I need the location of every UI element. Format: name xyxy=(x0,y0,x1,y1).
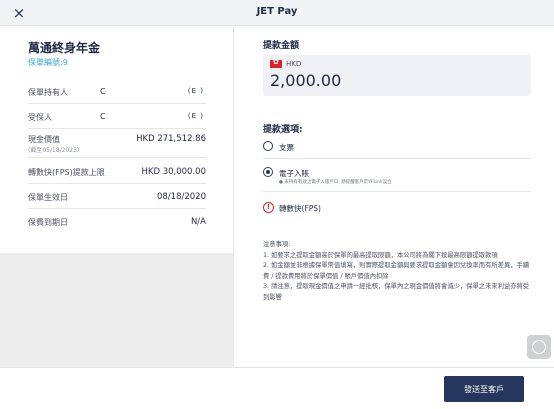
effective-date-row: 保單生效日 08/18/2020 xyxy=(28,189,206,209)
fps-limit-row: 轉數快(FPS)提款上限 HKD 30,000.00 xyxy=(28,164,206,184)
info-label: 現金價值 xyxy=(28,135,60,144)
footer-bar: 發送至客戶 xyxy=(0,367,554,409)
info-label: 受保人 xyxy=(28,113,52,122)
warning-icon: ! xyxy=(263,202,274,213)
info-value: 08/18/2020 xyxy=(157,192,206,202)
hong-kong-flag-icon xyxy=(270,58,282,68)
masked-name: C xyxy=(100,112,106,121)
masked-id: (E ) xyxy=(187,112,204,120)
assistive-touch-button[interactable] xyxy=(527,335,551,359)
insured-row: 受保人 C (E ) xyxy=(28,109,206,129)
currency-label: HKD xyxy=(286,60,302,68)
send-to-client-button[interactable]: 發送至客戶 xyxy=(444,376,524,402)
policy-holder-row: 保單持有人 C (E ) xyxy=(28,84,206,104)
option-electronic-transfer[interactable]: 電子入賬 ● 未持有有效之電子入賬戶口, 請提醒客戶於YFLink設立 xyxy=(263,164,531,188)
info-label: 保費到期日 xyxy=(28,218,68,227)
policy-number: 保單編號:9 xyxy=(28,58,68,67)
info-value: HKD 271,512.86 xyxy=(136,134,206,144)
left-panel: 萬通終身年金 保單編號:9 保單持有人 C (E ) 受保人 C (E ) 現金… xyxy=(0,27,234,367)
amount-value: 2,000.00 xyxy=(270,71,342,90)
info-value: N/A xyxy=(190,217,206,227)
note-item: 3. 請注意，提取現金價值之申請一經批核，保單內之現金價值將會減少，保單之未來利… xyxy=(263,283,530,301)
page-title: JET Pay xyxy=(256,6,298,17)
option-label: 支票 xyxy=(279,143,294,152)
options-title: 提款選項: xyxy=(263,125,303,135)
option-label: 電子入賬 xyxy=(279,169,309,178)
cash-value-row: 現金價值 (截至05/18/2023) HKD 271,512.86 xyxy=(28,131,206,158)
divider xyxy=(263,191,531,192)
withdrawal-form: 提款金額 HKD 2,000.00 提款選項: 支票 電子入賬 ● 未持有有效之… xyxy=(235,27,554,367)
policy-card: 萬通終身年金 保單編號:9 保單持有人 C (E ) 受保人 C (E ) 現金… xyxy=(0,27,234,253)
masked-name: C xyxy=(100,87,106,96)
notes-section: 注意事項: 1. 如要求之提取金額高於保單的最高提取限額，本公司將為閣下按最高限… xyxy=(263,240,533,303)
info-label: 轉數快(FPS)提款上限 xyxy=(28,168,105,177)
divider xyxy=(263,158,531,159)
info-label: 保單生效日 xyxy=(28,193,68,202)
assistive-touch-icon xyxy=(532,340,546,354)
option-fps[interactable]: ! 轉數快(FPS) xyxy=(263,199,531,215)
option-cheque[interactable]: 支票 xyxy=(263,138,531,154)
info-label: 保單持有人 xyxy=(28,88,68,97)
masked-id: (E ) xyxy=(187,87,204,95)
radio-button[interactable] xyxy=(263,141,273,151)
note-item: 2. 如金額並非根據保單幣值填寫，則實際提取金額與要求提取金額會因兌換率而有所差… xyxy=(263,262,530,280)
amount-title: 提款金額 xyxy=(263,41,300,51)
info-value: HKD 30,000.00 xyxy=(141,167,206,177)
option-label: 轉數快(FPS) xyxy=(279,204,321,213)
info-sublabel: (截至05/18/2023) xyxy=(28,147,80,154)
note-item: 1. 如要求之提取金額高於保單的最高提取限額，本公司將為閣下按最高限額提取款項 xyxy=(263,251,498,259)
radio-button-selected[interactable] xyxy=(263,167,273,177)
top-bar: × JET Pay xyxy=(0,0,554,26)
notes-title: 注意事項: xyxy=(263,241,291,248)
premium-due-row: 保費到期日 N/A xyxy=(28,214,206,234)
option-note: ● 未持有有效之電子入賬戶口, 請提醒客戶於YFLink設立 xyxy=(279,180,392,185)
amount-input[interactable]: HKD 2,000.00 xyxy=(263,55,531,96)
policy-name: 萬通終身年金 xyxy=(28,41,101,55)
